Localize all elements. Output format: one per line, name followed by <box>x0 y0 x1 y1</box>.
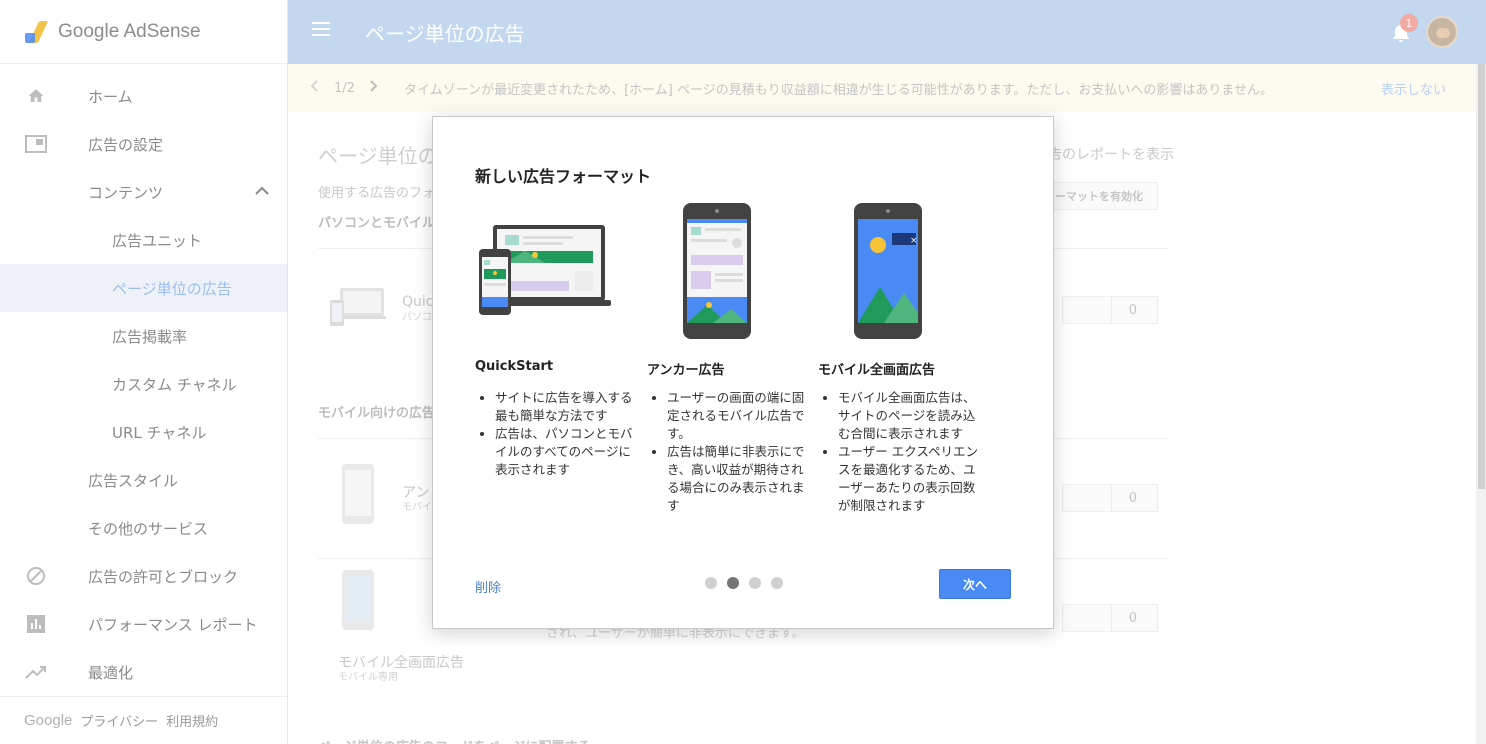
privacy-link[interactable]: プライバシー <box>80 711 158 730</box>
menu-icon[interactable] <box>312 22 330 36</box>
bullet-item: 広告は、パソコンとモバイルのすべてのページに表示されます <box>495 425 635 479</box>
sidebar-item-custom-channels[interactable]: カスタム チャネル <box>0 360 287 408</box>
sidebar-nav: ホーム 広告の設定 コンテンツ 広告ユニット ページ単位の広告 広告掲載率 カス… <box>0 72 287 696</box>
notice-page-indicator: 1/2 <box>334 80 355 96</box>
sidebar-item-url-channels[interactable]: URL チャネル <box>0 408 287 456</box>
bullet-item: モバイル全画面広告は、サイトのページを読み込む合間に表示されます <box>838 389 978 443</box>
sidebar-item-label: その他のサービス <box>88 519 209 538</box>
format-column-vignette: × モバイル全画面広告 モバイル全画面広告は、サイトのページを読み込む合間に表示… <box>818 201 978 513</box>
sidebar-item-label: 広告掲載率 <box>112 327 188 346</box>
page-title: ページ単位の広告 <box>365 21 525 46</box>
sidebar-item-label: コンテンツ <box>88 183 164 202</box>
scrollbar[interactable] <box>1476 64 1486 744</box>
sidebar-item-label: ページ単位の広告 <box>112 279 232 298</box>
sidebar-item-optimization[interactable]: 最適化 <box>0 648 287 696</box>
bullet-item: ユーザー エクスペリエンスを最適化するため、ユーザーあたりの表示回数が制限されま… <box>838 443 978 515</box>
sidebar-item-other-services[interactable]: その他のサービス <box>0 504 287 552</box>
notice-message: タイムゾーンが最近変更されたため、[ホーム] ページの見積もり収益額に相違が生じ… <box>404 82 1274 98</box>
format-column-anchor: アンカー広告 ユーザーの画面の端に固定されるモバイル広告です。 広告は簡単に非表… <box>647 201 807 513</box>
quickstart-illustration <box>475 201 635 341</box>
terms-link[interactable]: 利用規約 <box>166 711 218 730</box>
adsense-logo-icon <box>24 19 50 45</box>
notice-bar: 1/2 タイムゾーンが最近変更されたため、[ホーム] ページの見積もり収益額に相… <box>288 64 1476 112</box>
sidebar-item-allow-block[interactable]: 広告の許可とブロック <box>0 552 287 600</box>
svg-text:×: × <box>910 236 918 246</box>
sidebar-item-home[interactable]: ホーム <box>0 72 287 120</box>
dialog-title: 新しい広告フォーマット <box>475 167 652 186</box>
trending-icon <box>25 661 47 683</box>
sidebar-item-ad-coverage[interactable]: 広告掲載率 <box>0 312 287 360</box>
home-icon <box>25 85 47 107</box>
format-bullets: モバイル全画面広告は、サイトのページを読み込む合間に表示されます ユーザー エク… <box>838 389 978 515</box>
sidebar-item-label: ホーム <box>88 87 133 106</box>
chevron-left-icon[interactable] <box>310 80 318 96</box>
anchor-illustration <box>647 201 807 341</box>
vignette-illustration: × <box>818 201 978 341</box>
format-bullets: サイトに広告を導入する最も簡単な方法です 広告は、パソコンとモバイルのすべてのペ… <box>495 389 635 479</box>
sidebar-item-label: 広告ユニット <box>112 231 203 250</box>
bullet-item: 広告は簡単に非表示にでき、高い収益が期待される場合にのみ表示されます <box>667 443 807 515</box>
brand[interactable]: Google AdSense <box>0 0 287 64</box>
sidebar-item-content[interactable]: コンテンツ <box>0 168 287 216</box>
top-app-bar: ページ単位の広告 1 <box>288 0 1486 64</box>
format-name: モバイル全画面広告 <box>818 363 936 378</box>
sidebar-item-label: 広告の許可とブロック <box>88 567 239 586</box>
scrollbar-thumb[interactable] <box>1478 64 1485 489</box>
next-button[interactable]: 次へ <box>939 569 1011 599</box>
chevron-up-icon <box>255 184 269 200</box>
format-name: QuickStart <box>475 359 554 374</box>
notification-badge: 1 <box>1400 14 1418 32</box>
sidebar-item-page-level-ads[interactable]: ページ単位の広告 <box>0 264 287 312</box>
brand-name: Google AdSense <box>58 20 201 42</box>
bullet-item: サイトに広告を導入する最も簡単な方法です <box>495 389 635 425</box>
sidebar-item-label: URL チャネル <box>112 423 207 442</box>
google-wordmark: Google <box>24 712 73 729</box>
format-bullets: ユーザーの画面の端に固定されるモバイル広告です。 広告は簡単に非表示にでき、高い… <box>667 389 807 515</box>
delete-link[interactable]: 削除 <box>475 577 501 596</box>
sidebar-item-label: 最適化 <box>88 663 134 682</box>
report-icon <box>25 613 47 635</box>
page-dot[interactable] <box>749 577 761 589</box>
chevron-right-icon[interactable] <box>370 80 378 96</box>
sidebar-footer: Google プライバシー 利用規約 <box>0 696 287 744</box>
sidebar-item-label: パフォーマンス レポート <box>88 615 258 634</box>
format-column-quickstart: QuickStart サイトに広告を導入する最も簡単な方法です 広告は、パソコン… <box>475 201 635 477</box>
sidebar-item-performance-reports[interactable]: パフォーマンス レポート <box>0 600 287 648</box>
avatar[interactable] <box>1426 16 1458 48</box>
sidebar-item-label: 広告の設定 <box>88 135 164 154</box>
notice-dismiss-link[interactable]: 表示しない <box>1381 79 1446 98</box>
page-indicator <box>705 577 783 589</box>
page-dot[interactable] <box>771 577 783 589</box>
new-ad-formats-dialog: 新しい広告フォーマット QuickStart • サイトに広告を導入する最も簡単… <box>432 116 1054 629</box>
page-dot-active[interactable] <box>727 577 739 589</box>
format-name: アンカー広告 <box>647 363 725 378</box>
sidebar-item-ad-styles[interactable]: 広告スタイル <box>0 456 287 504</box>
bullet-item: ユーザーの画面の端に固定されるモバイル広告です。 <box>667 389 807 443</box>
block-icon <box>25 565 47 587</box>
sidebar-item-ad-units[interactable]: 広告ユニット <box>0 216 287 264</box>
sidebar: Google AdSense ホーム 広告の設定 コンテンツ 広告ユニット ペー… <box>0 0 288 744</box>
ads-icon <box>25 133 47 155</box>
sidebar-item-label: 広告スタイル <box>88 471 179 490</box>
page-dot[interactable] <box>705 577 717 589</box>
sidebar-item-label: カスタム チャネル <box>112 375 237 394</box>
sidebar-item-ad-settings[interactable]: 広告の設定 <box>0 120 287 168</box>
